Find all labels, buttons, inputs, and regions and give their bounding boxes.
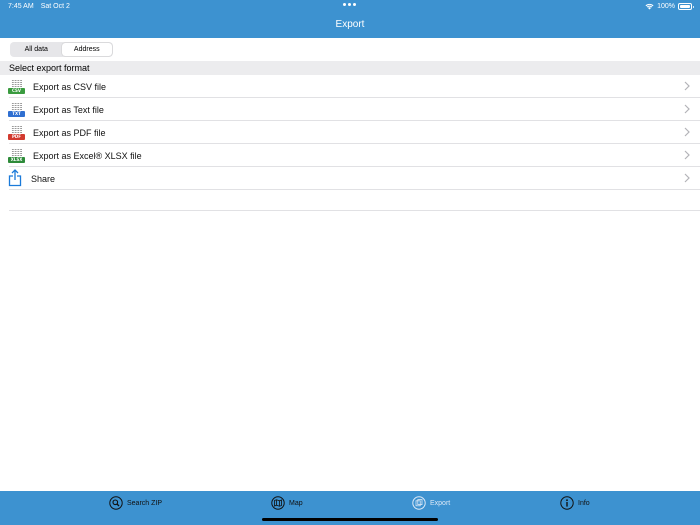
pdf-file-icon: PDF [8, 125, 25, 140]
chevron-right-icon [684, 104, 690, 114]
export-pdf-row[interactable]: PDF Export as PDF file [0, 121, 700, 144]
multitasking-dots[interactable] [343, 3, 356, 6]
tab-label: Info [578, 499, 590, 507]
tab-map[interactable]: Map [271, 496, 303, 510]
tab-label: Export [430, 499, 451, 507]
status-right: 100% [645, 3, 694, 10]
export-csv-row[interactable]: CSV Export as CSV file [0, 75, 700, 98]
tab-label: Search ZIP [127, 499, 163, 507]
section-header: Select export format [0, 61, 700, 75]
export-xlsx-row[interactable]: XLSX Export as Excel® XLSX file [0, 144, 700, 167]
share-row[interactable]: Share [0, 167, 700, 190]
info-icon [560, 496, 574, 510]
tab-export[interactable]: Export [412, 496, 450, 510]
status-date: Sat Oct 2 [40, 3, 70, 10]
row-label: Export as Text file [33, 104, 104, 115]
wifi-icon [645, 3, 654, 10]
tab-label: Map [289, 499, 303, 507]
status-time-date: 7:45 AM Sat Oct 2 [8, 3, 70, 10]
row-label: Export as CSV file [33, 81, 107, 92]
chevron-right-icon [684, 127, 690, 137]
xlsx-file-icon: XLSX [8, 148, 25, 163]
segment-address[interactable]: Address [61, 43, 112, 56]
data-scope-segmented-control: All data Address [10, 42, 113, 57]
row-label: Share [31, 173, 56, 184]
chevron-right-icon [684, 173, 690, 183]
battery-percent: 100% [657, 3, 675, 10]
csv-file-icon: CSV [8, 79, 25, 94]
map-icon [271, 496, 285, 510]
navigation-header: 7:45 AM Sat Oct 2 100% Export [0, 0, 700, 38]
share-icon [8, 169, 22, 187]
list-footer-divider [9, 210, 700, 211]
export-text-row[interactable]: TXT Export as Text file [0, 98, 700, 121]
search-icon [109, 496, 123, 510]
tab-search-zip[interactable]: Search ZIP [109, 496, 162, 510]
chevron-right-icon [684, 150, 690, 160]
page-title: Export [335, 19, 365, 30]
home-indicator [262, 518, 438, 521]
txt-file-icon: TXT [8, 102, 25, 117]
row-label: Export as Excel® XLSX file [33, 150, 142, 161]
chevron-right-icon [684, 81, 690, 91]
export-icon [412, 496, 426, 510]
tab-info[interactable]: Info [560, 496, 590, 510]
status-time: 7:45 AM [8, 3, 34, 10]
row-label: Export as PDF file [33, 127, 106, 138]
segment-all-data[interactable]: All data [11, 43, 62, 56]
battery-icon [678, 3, 694, 10]
